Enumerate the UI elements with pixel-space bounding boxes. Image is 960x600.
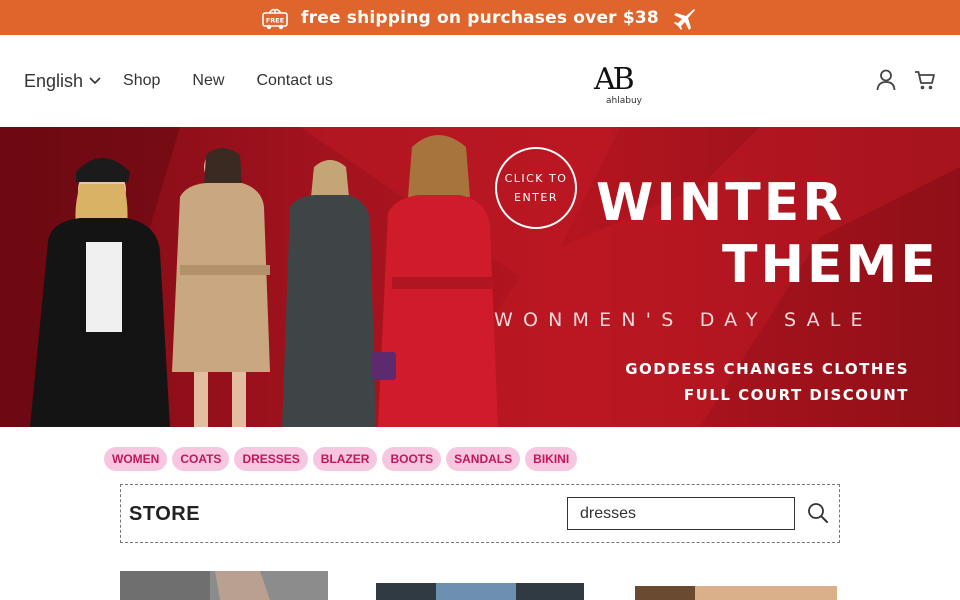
tag-boots[interactable]: BOOTS — [382, 447, 442, 471]
search-input[interactable] — [567, 497, 795, 530]
store-title: STORE — [129, 503, 201, 525]
hero-title-line-1: WINTER — [596, 173, 846, 233]
main-nav: English Shop New Contact us — [24, 35, 365, 127]
hero-title-line-2: THEME — [722, 235, 939, 295]
product-image-2 — [376, 583, 584, 600]
store-search-panel: STORE — [120, 484, 840, 543]
header-actions — [876, 69, 936, 91]
nav-link-new[interactable]: New — [192, 72, 224, 90]
nav-link-shop[interactable]: Shop — [123, 72, 160, 90]
airplane-icon — [669, 6, 699, 30]
gift-truck-icon: FREE — [261, 6, 291, 30]
tag-blazer[interactable]: BLAZER — [312, 447, 378, 471]
hero-subtitle: WONMEN'S DAY SALE — [494, 309, 873, 331]
cart-icon[interactable] — [914, 69, 936, 91]
hero-tagline-1: GODDESS CHANGES CLOTHES — [625, 360, 909, 378]
cta-line-2: ENTER — [514, 191, 558, 204]
chevron-down-icon — [89, 77, 101, 85]
language-label: English — [24, 70, 84, 91]
product-image-1 — [120, 571, 328, 600]
product-card-1[interactable] — [120, 571, 328, 600]
category-tags: WOMEN COATS DRESSES BLAZER BOOTS SANDALS… — [104, 447, 578, 471]
language-selector[interactable]: English — [24, 71, 101, 92]
site-logo[interactable]: AB ahlabuy — [588, 65, 648, 111]
free-badge-text: FREE — [266, 16, 284, 24]
logo-mark: AB — [594, 62, 635, 97]
site-header: English Shop New Contact us AB ahlabuy — [0, 35, 960, 127]
tag-dresses[interactable]: DRESSES — [234, 447, 308, 471]
announcement-text: free shipping on purchases over $38 — [301, 7, 659, 28]
click-to-enter-button[interactable]: CLICK TO ENTER — [495, 147, 577, 229]
logo-text: ahlabuy — [606, 96, 642, 106]
hero-banner[interactable]: CLICK TO ENTER WINTER THEME WONMEN'S DAY… — [0, 127, 960, 427]
tag-women[interactable]: WOMEN — [104, 447, 168, 471]
user-icon[interactable] — [876, 69, 896, 91]
nav-link-contact[interactable]: Contact us — [256, 72, 332, 90]
tag-coats[interactable]: COATS — [172, 447, 230, 471]
model-image-trench-coat — [172, 148, 270, 427]
search-icon[interactable] — [807, 502, 831, 526]
model-image-red-coat — [372, 135, 498, 427]
product-card-2[interactable] — [376, 583, 584, 600]
tag-bikini[interactable]: BIKINI — [525, 447, 578, 471]
cta-line-1: CLICK TO — [504, 172, 568, 185]
announcement-bar: FREE free shipping on purchases over $38 — [0, 0, 960, 35]
hero-tagline-2: FULL COURT DISCOUNT — [683, 386, 909, 404]
tag-sandals[interactable]: SANDALS — [446, 447, 521, 471]
product-card-3[interactable] — [635, 586, 837, 600]
product-image-3 — [635, 586, 837, 600]
